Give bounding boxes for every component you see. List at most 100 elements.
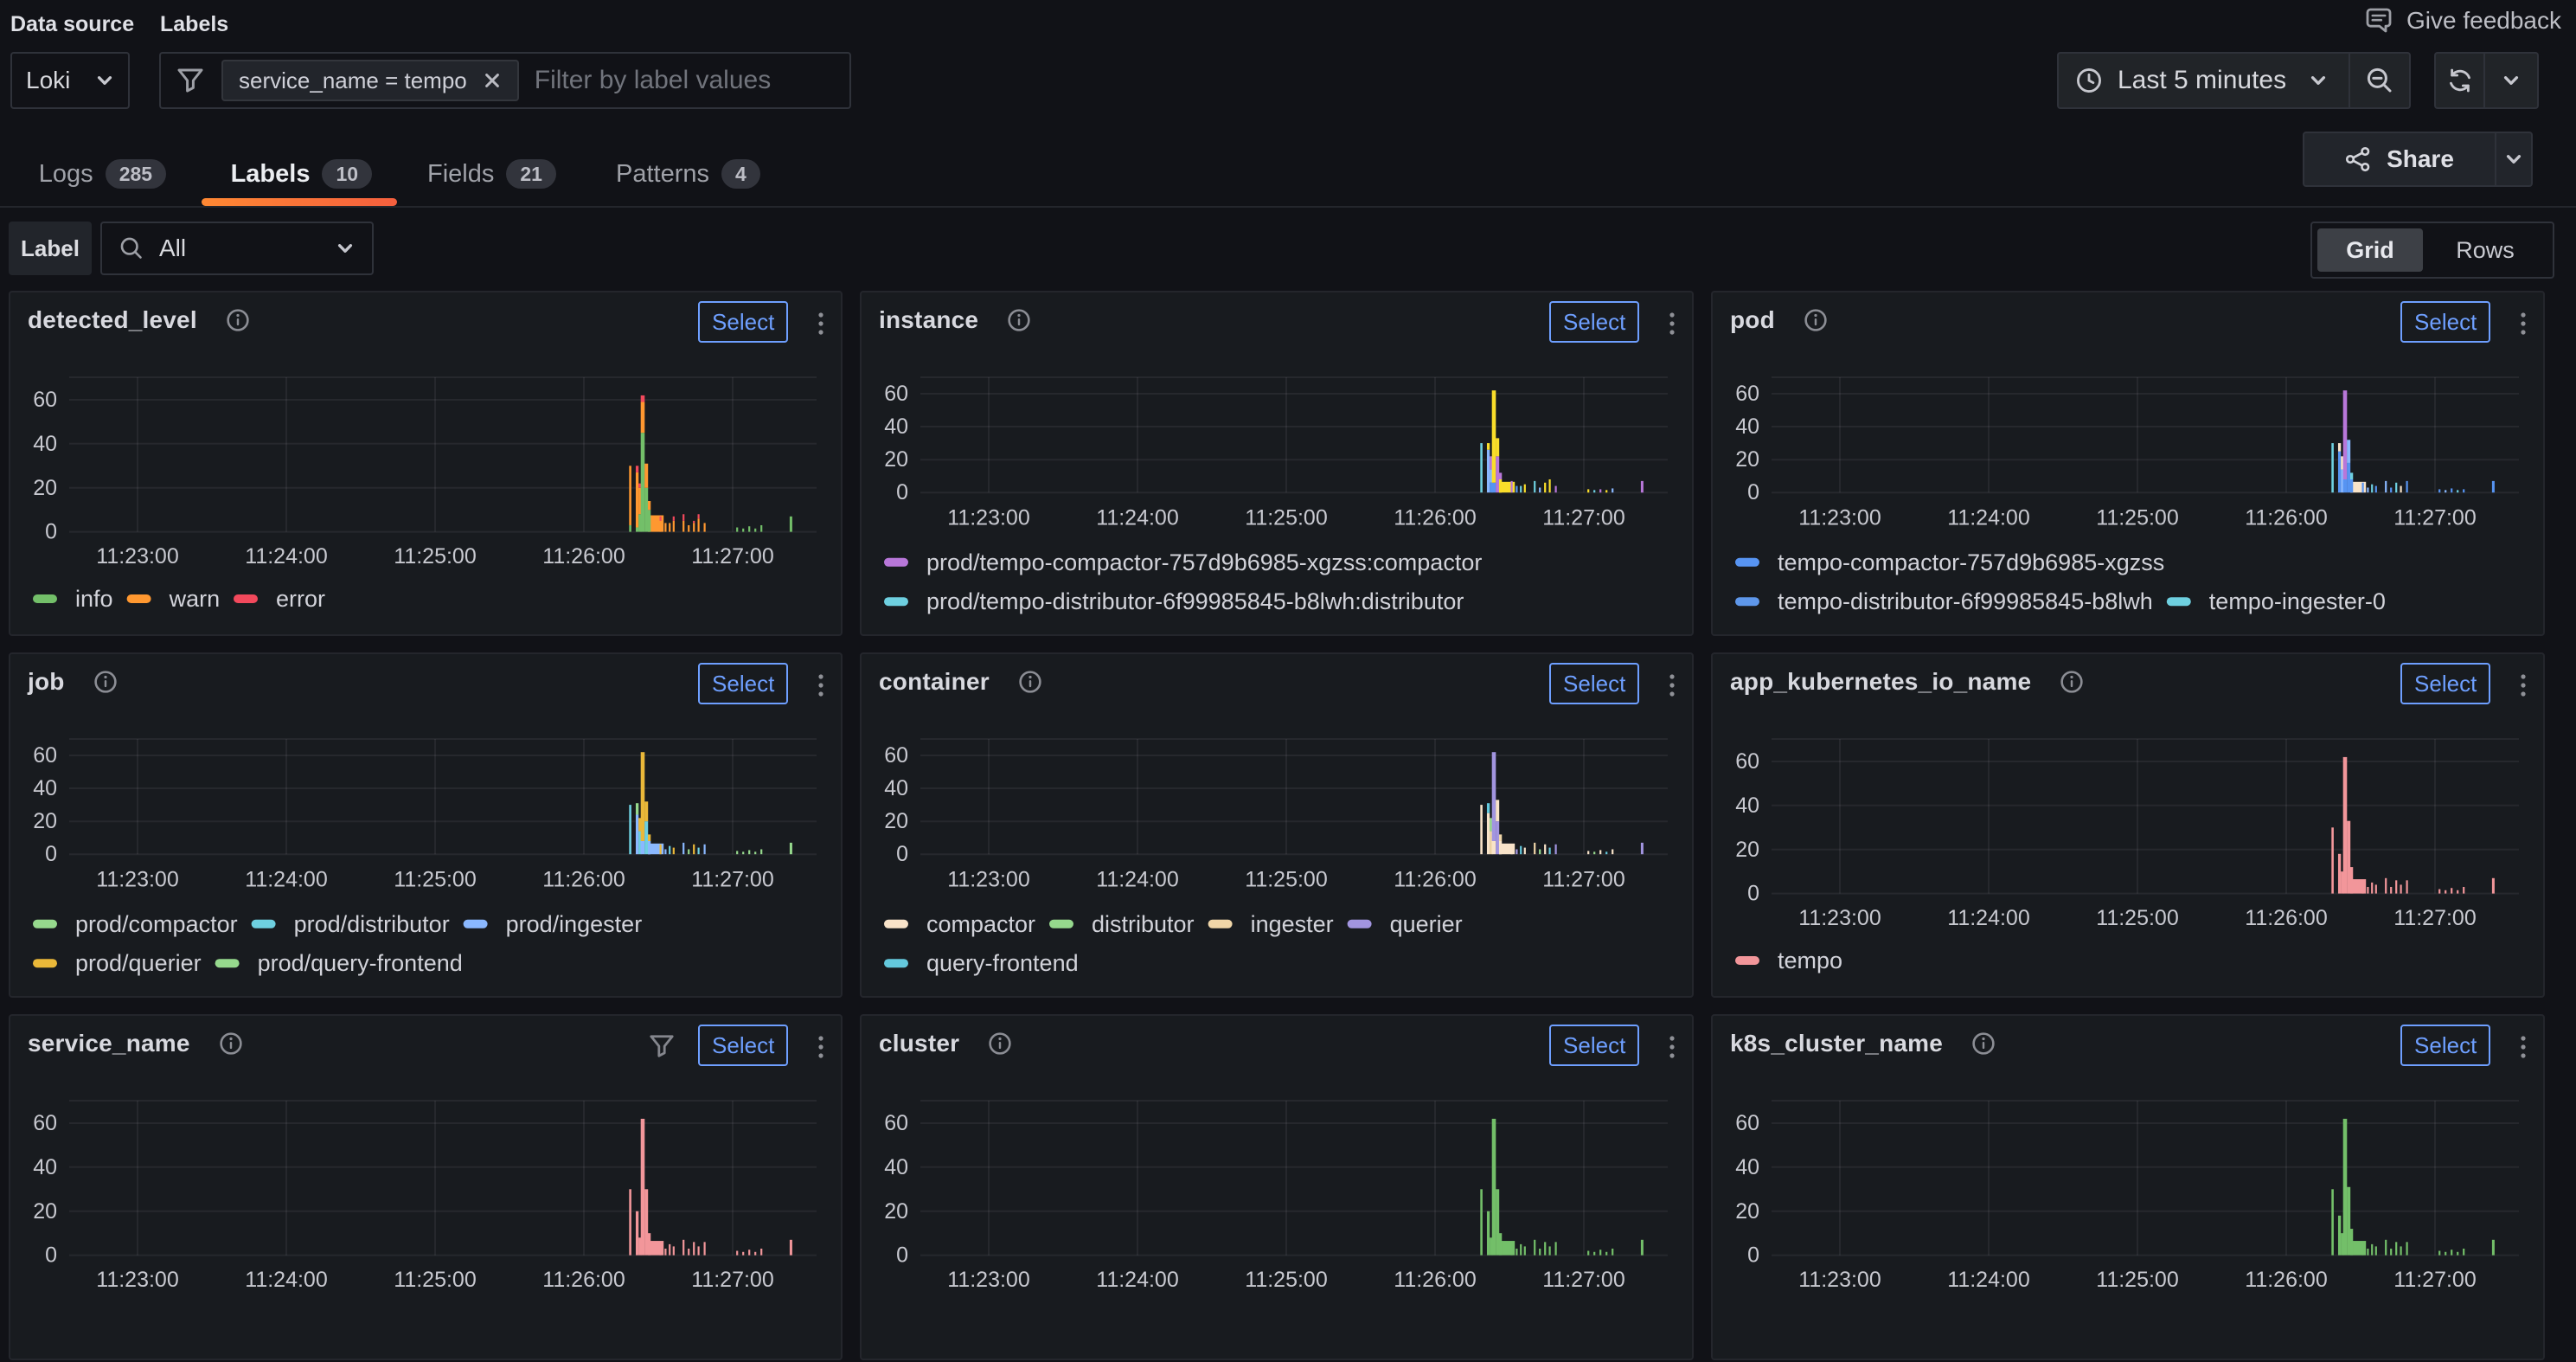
svg-text:compactor: compactor [926, 911, 1035, 937]
svg-text:error: error [276, 586, 325, 612]
svg-text:11:23:00: 11:23:00 [96, 544, 178, 569]
svg-text:20: 20 [33, 476, 57, 500]
svg-text:11:23:00: 11:23:00 [1798, 1268, 1881, 1292]
svg-text:20: 20 [884, 447, 908, 472]
svg-text:prod/querier: prod/querier [75, 950, 202, 976]
svg-text:11:27:00: 11:27:00 [2393, 906, 2476, 930]
svg-text:40: 40 [1735, 1155, 1759, 1179]
svg-text:0: 0 [45, 520, 57, 544]
svg-text:40: 40 [33, 432, 57, 456]
svg-text:11:23:00: 11:23:00 [947, 1268, 1029, 1292]
svg-text:0: 0 [896, 1243, 908, 1268]
svg-text:distributor: distributor [1092, 911, 1195, 937]
svg-text:20: 20 [33, 1199, 57, 1224]
svg-text:tempo-distributor-6f99985845-b: tempo-distributor-6f99985845-b8lwh [1778, 588, 2153, 614]
svg-text:40: 40 [33, 776, 57, 800]
svg-text:60: 60 [884, 743, 908, 768]
svg-text:11:27:00: 11:27:00 [2393, 505, 2476, 530]
svg-text:warn: warn [169, 586, 221, 612]
svg-text:11:24:00: 11:24:00 [1947, 1268, 2029, 1292]
svg-text:tempo-ingester-0: tempo-ingester-0 [2209, 588, 2386, 614]
svg-text:20: 20 [1735, 1199, 1759, 1224]
svg-text:prod/compactor: prod/compactor [75, 911, 238, 937]
svg-text:60: 60 [1735, 749, 1759, 774]
svg-text:ingester: ingester [1251, 911, 1334, 937]
svg-text:prod/query-frontend: prod/query-frontend [258, 950, 463, 976]
svg-text:11:25:00: 11:25:00 [1245, 505, 1327, 530]
svg-text:11:26:00: 11:26:00 [1394, 505, 1476, 530]
svg-text:11:24:00: 11:24:00 [245, 1268, 327, 1292]
svg-text:11:24:00: 11:24:00 [1096, 867, 1178, 891]
svg-text:0: 0 [1747, 882, 1759, 906]
svg-text:11:25:00: 11:25:00 [1245, 867, 1327, 891]
svg-text:11:24:00: 11:24:00 [1096, 1268, 1178, 1292]
svg-text:40: 40 [884, 776, 908, 800]
svg-text:11:26:00: 11:26:00 [542, 1268, 625, 1292]
svg-text:11:25:00: 11:25:00 [2096, 906, 2178, 930]
svg-text:11:23:00: 11:23:00 [947, 867, 1029, 891]
svg-text:20: 20 [33, 809, 57, 833]
svg-text:60: 60 [33, 388, 57, 412]
svg-text:40: 40 [1735, 414, 1759, 439]
svg-text:20: 20 [1735, 447, 1759, 472]
svg-text:0: 0 [45, 842, 57, 866]
svg-text:11:26:00: 11:26:00 [1394, 1268, 1476, 1292]
svg-text:11:25:00: 11:25:00 [394, 867, 476, 891]
svg-text:0: 0 [896, 842, 908, 866]
svg-text:40: 40 [884, 414, 908, 439]
svg-text:0: 0 [896, 480, 908, 504]
svg-text:11:24:00: 11:24:00 [245, 867, 327, 891]
svg-text:query-frontend: query-frontend [926, 950, 1079, 976]
svg-text:11:23:00: 11:23:00 [1798, 906, 1881, 930]
svg-text:11:26:00: 11:26:00 [542, 544, 625, 569]
svg-text:11:24:00: 11:24:00 [245, 544, 327, 569]
svg-text:11:24:00: 11:24:00 [1947, 505, 2029, 530]
svg-text:11:26:00: 11:26:00 [2245, 505, 2327, 530]
svg-text:40: 40 [33, 1155, 57, 1179]
svg-text:60: 60 [884, 382, 908, 406]
svg-text:info: info [75, 586, 113, 612]
svg-text:11:26:00: 11:26:00 [2245, 906, 2327, 930]
svg-text:11:26:00: 11:26:00 [542, 867, 625, 891]
svg-text:11:23:00: 11:23:00 [96, 1268, 178, 1292]
svg-text:60: 60 [1735, 1111, 1759, 1135]
svg-text:60: 60 [33, 1111, 57, 1135]
svg-text:11:25:00: 11:25:00 [1245, 1268, 1327, 1292]
svg-text:11:23:00: 11:23:00 [96, 867, 178, 891]
svg-text:11:25:00: 11:25:00 [2096, 1268, 2178, 1292]
svg-text:querier: querier [1390, 911, 1463, 937]
svg-text:prod/tempo-compactor-757d9b698: prod/tempo-compactor-757d9b6985-xgzss:co… [926, 549, 1482, 575]
svg-text:11:27:00: 11:27:00 [2393, 1268, 2476, 1292]
svg-text:40: 40 [1735, 793, 1759, 818]
svg-text:11:26:00: 11:26:00 [1394, 867, 1476, 891]
svg-text:11:23:00: 11:23:00 [947, 505, 1029, 530]
svg-text:prod/ingester: prod/ingester [506, 911, 643, 937]
svg-text:11:26:00: 11:26:00 [2245, 1268, 2327, 1292]
svg-text:20: 20 [884, 1199, 908, 1224]
svg-text:40: 40 [884, 1155, 908, 1179]
svg-text:11:25:00: 11:25:00 [394, 544, 476, 569]
svg-text:60: 60 [33, 743, 57, 768]
svg-text:0: 0 [1747, 480, 1759, 504]
svg-text:11:27:00: 11:27:00 [691, 867, 773, 891]
svg-text:11:27:00: 11:27:00 [691, 1268, 773, 1292]
svg-text:11:25:00: 11:25:00 [2096, 505, 2178, 530]
svg-text:60: 60 [1735, 382, 1759, 406]
svg-text:prod/distributor: prod/distributor [294, 911, 450, 937]
svg-text:0: 0 [1747, 1243, 1759, 1268]
svg-text:11:27:00: 11:27:00 [691, 544, 773, 569]
svg-text:tempo: tempo [1778, 948, 1842, 973]
svg-text:tempo-compactor-757d9b6985-xgz: tempo-compactor-757d9b6985-xgzss [1778, 549, 2164, 575]
svg-text:11:27:00: 11:27:00 [1542, 867, 1624, 891]
svg-text:11:27:00: 11:27:00 [1542, 1268, 1624, 1292]
svg-text:11:23:00: 11:23:00 [1798, 505, 1881, 530]
svg-text:0: 0 [45, 1243, 57, 1268]
svg-text:11:24:00: 11:24:00 [1947, 906, 2029, 930]
svg-text:60: 60 [884, 1111, 908, 1135]
svg-text:20: 20 [884, 809, 908, 833]
svg-text:20: 20 [1735, 838, 1759, 862]
svg-text:11:24:00: 11:24:00 [1096, 505, 1178, 530]
svg-text:prod/tempo-distributor-6f99985: prod/tempo-distributor-6f99985845-b8lwh:… [926, 588, 1464, 614]
svg-text:11:27:00: 11:27:00 [1542, 505, 1624, 530]
svg-text:11:25:00: 11:25:00 [394, 1268, 476, 1292]
